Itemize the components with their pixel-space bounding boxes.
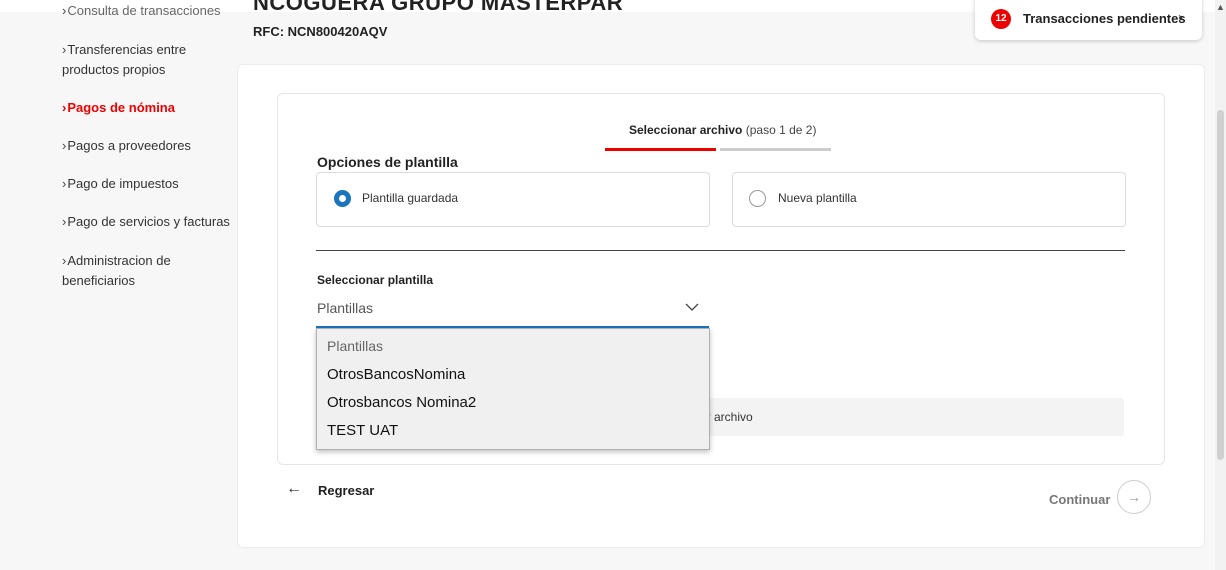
saved-template-option[interactable]: Plantilla guardada <box>316 172 710 227</box>
dropdown-option[interactable]: TEST UAT <box>327 422 398 439</box>
step-title: Seleccionar archivo <box>629 123 743 137</box>
chevron-right-icon: › <box>62 253 67 268</box>
pending-label: Transacciones pendientes <box>1023 11 1186 26</box>
radio-selected-icon[interactable] <box>334 190 351 207</box>
sidebar-item-administracion[interactable]: ›Administracion de beneficiarios <box>62 251 171 291</box>
sidebar-item-pago-servicios[interactable]: ›Pago de servicios y facturas <box>62 212 230 232</box>
sidebar-item-pago-impuestos[interactable]: ›Pago de impuestos <box>62 174 179 194</box>
arrow-right-icon: → <box>1117 480 1151 514</box>
scroll-up-icon[interactable]: ▲ <box>1216 2 1225 12</box>
chevron-right-icon: › <box>62 3 67 18</box>
template-select-value: Plantillas <box>317 300 374 316</box>
chevron-right-icon: › <box>62 42 67 57</box>
saved-template-label: Plantilla guardada <box>362 191 459 205</box>
new-template-label: Nueva plantilla <box>778 191 857 205</box>
sidebar-item-transferencias[interactable]: ›Transferencias entre productos propios <box>62 40 186 80</box>
arrow-left-icon: ← <box>286 480 302 497</box>
sidebar-item-pagos-proveedores[interactable]: ›Pagos a proveedores <box>62 136 191 156</box>
scroll-thumb[interactable] <box>1217 110 1224 460</box>
step-progress-inactive <box>720 148 831 151</box>
sidebar-item-label-line2: productos propios <box>62 62 166 77</box>
sidebar-item-label: Pagos de nómina <box>67 100 175 115</box>
chevron-right-icon: › <box>62 138 67 153</box>
dropdown-option-placeholder[interactable]: Plantillas <box>327 338 383 354</box>
sidebar-item-label: Pagos a proveedores <box>67 138 191 153</box>
sidebar-item-pagos-nomina[interactable]: ›Pagos de nómina <box>62 98 175 118</box>
step-subtitle: (paso 1 de 2) <box>745 123 817 137</box>
chevron-right-icon: › <box>62 214 67 229</box>
template-options-title: Opciones de plantilla <box>317 154 458 170</box>
sidebar-item-label: Pago de servicios y facturas <box>67 214 230 229</box>
sidebar-item-label-line2: beneficiarios <box>62 273 135 288</box>
continue-label: Continuar <box>1049 492 1111 507</box>
dropdown-option[interactable]: OtrosBancosNomina <box>327 366 465 383</box>
sidebar-item-consulta[interactable]: ›Consulta de transacciones <box>62 1 221 21</box>
company-name: NCOGUERA GRUPO MASTERPAR <box>253 0 624 15</box>
chevron-right-icon: › <box>62 100 67 115</box>
new-template-option[interactable]: Nueva plantilla <box>732 172 1126 227</box>
template-select[interactable]: Plantillas <box>316 294 709 328</box>
sidebar-item-label: Consulta de transacciones <box>67 3 221 18</box>
sidebar-item-label: Administracion de <box>67 253 171 268</box>
template-dropdown-list: Plantillas OtrosBancosNomina Otrosbancos… <box>316 328 710 450</box>
dropdown-option[interactable]: Otrosbancos Nomina2 <box>327 394 476 411</box>
back-label: Regresar <box>318 483 375 498</box>
pending-count-badge: 12 <box>991 9 1011 29</box>
divider <box>316 250 1125 251</box>
select-template-label: Seleccionar plantilla <box>317 273 434 287</box>
sidebar-item-label: Transferencias entre <box>67 42 187 57</box>
step-indicator: Seleccionar archivo (paso 1 de 2) <box>629 123 816 137</box>
vertical-scrollbar[interactable]: ▲ <box>1215 0 1226 570</box>
radio-unselected-icon[interactable] <box>749 190 766 207</box>
sidebar-item-label: Pago de impuestos <box>67 176 179 191</box>
pending-transactions-button[interactable]: 12 Transacciones pendientes › <box>975 0 1202 40</box>
step-progress-active <box>605 148 716 151</box>
chevron-right-icon: › <box>1178 9 1183 26</box>
chevron-right-icon: › <box>62 176 67 191</box>
chevron-down-icon <box>685 303 699 311</box>
rfc-label: RFC: NCN800420AQV <box>253 24 388 39</box>
